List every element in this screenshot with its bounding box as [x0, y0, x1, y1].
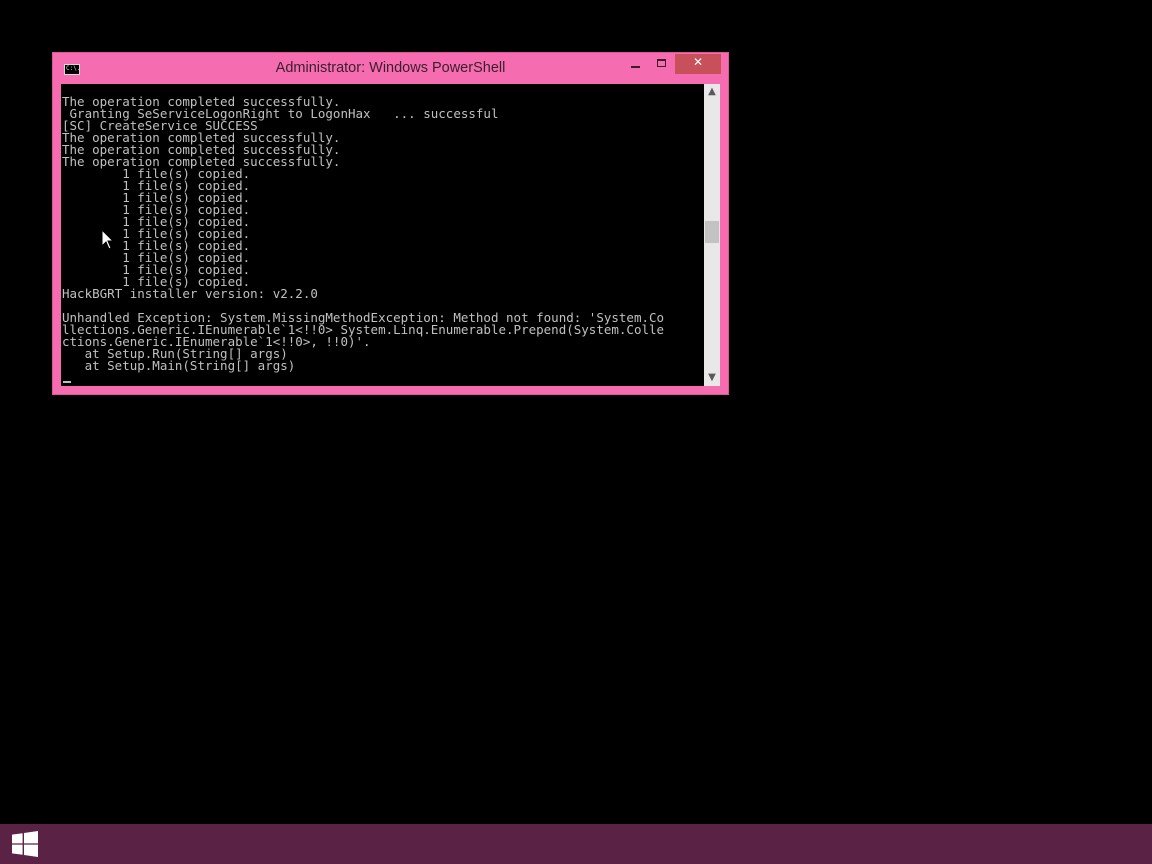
scroll-thumb[interactable]	[705, 221, 719, 243]
scroll-down-arrow-icon[interactable]: ▼	[704, 370, 720, 386]
title-bar[interactable]: C:\. Administrator: Windows PowerShell ✕	[53, 53, 728, 84]
vertical-scrollbar[interactable]: ▲ ▼	[704, 84, 720, 386]
console-line: HackBGRT installer version: v2.2.0	[62, 286, 318, 301]
maximize-button[interactable]	[649, 54, 675, 74]
minimize-icon	[631, 66, 640, 68]
windows-logo-icon	[12, 831, 38, 857]
maximize-icon	[657, 59, 666, 67]
start-button[interactable]	[0, 824, 48, 864]
close-icon: ✕	[692, 55, 704, 69]
powershell-window[interactable]: C:\. Administrator: Windows PowerShell ✕…	[52, 52, 729, 395]
console-output[interactable]: The operation completed successfully. Gr…	[61, 84, 720, 386]
minimize-button[interactable]	[621, 54, 649, 74]
console-text: The operation completed successfully. Gr…	[62, 95, 664, 373]
console-line: at Setup.Main(String[] args)	[62, 358, 296, 373]
scroll-up-arrow-icon[interactable]: ▲	[704, 84, 720, 100]
taskbar	[0, 824, 1152, 864]
close-button[interactable]: ✕	[675, 54, 721, 74]
mouse-pointer-icon	[101, 229, 115, 250]
desktop: C:\. Administrator: Windows PowerShell ✕…	[0, 0, 1152, 824]
text-cursor	[63, 381, 71, 383]
